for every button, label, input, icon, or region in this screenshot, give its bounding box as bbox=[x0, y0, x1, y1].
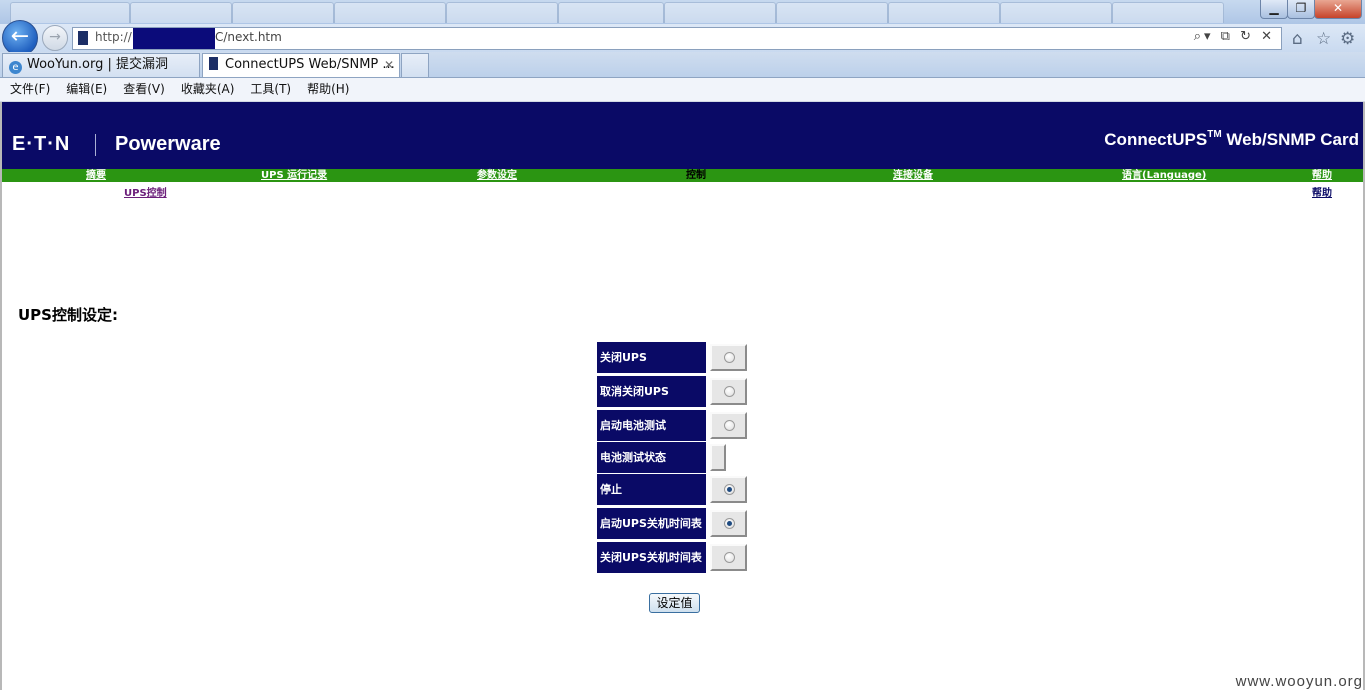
background-tab bbox=[446, 2, 558, 23]
subnav-help[interactable]: 帮助 bbox=[1312, 184, 1332, 199]
control-cell bbox=[710, 344, 747, 371]
control-label: 启动电池测试 bbox=[597, 410, 706, 441]
header-banner: E·T·N Powerware ConnectUPSTM Web/SNMP Ca… bbox=[2, 102, 1363, 169]
nav-bar: 摘要 UPS 运行记录 参数设定 控制 连接设备 语言(Language) 帮助 bbox=[2, 169, 1363, 182]
menu-help[interactable]: 帮助(H) bbox=[307, 78, 349, 100]
nav-summary[interactable]: 摘要 bbox=[86, 169, 106, 182]
logo-divider bbox=[95, 134, 96, 156]
product-name: ConnectUPS bbox=[1104, 130, 1208, 149]
forward-button[interactable]: → bbox=[42, 25, 68, 51]
new-tab-button[interactable] bbox=[401, 53, 429, 77]
back-button[interactable]: ← bbox=[2, 20, 38, 56]
trademark: TM bbox=[1207, 129, 1222, 140]
close-window-button[interactable]: ✕ bbox=[1314, 0, 1362, 19]
address-bar[interactable]: http:// C/next.htm ⌕▾ ⧉ ↻ ✕ bbox=[72, 27, 1282, 50]
product-title: ConnectUPSTM Web/SNMP Card bbox=[1104, 129, 1359, 150]
control-label: 停止 bbox=[597, 474, 706, 505]
battery-test-status-cell bbox=[710, 444, 726, 471]
control-cell bbox=[710, 378, 747, 405]
menu-edit[interactable]: 编辑(E) bbox=[66, 78, 107, 100]
menu-tools[interactable]: 工具(T) bbox=[250, 78, 291, 100]
menu-favorites[interactable]: 收藏夹(A) bbox=[181, 78, 235, 100]
page-icon bbox=[209, 57, 218, 70]
background-tab bbox=[130, 2, 232, 23]
powerware-logo: Powerware bbox=[115, 133, 221, 155]
page-content: E·T·N Powerware ConnectUPSTM Web/SNMP Ca… bbox=[2, 102, 1363, 690]
menu-bar: 文件(F) 编辑(E) 查看(V) 收藏夹(A) 工具(T) 帮助(H) bbox=[0, 78, 1365, 102]
eaton-logo: E·T·N bbox=[12, 133, 71, 155]
menu-view[interactable]: 查看(V) bbox=[123, 78, 165, 100]
minimize-button[interactable]: ▁ bbox=[1260, 0, 1288, 19]
address-path: C/next.htm bbox=[215, 30, 282, 44]
nav-language[interactable]: 语言(Language) bbox=[1122, 169, 1206, 182]
page-icon bbox=[78, 31, 88, 45]
tab-wooyun[interactable]: e WooYun.org | 提交漏洞 bbox=[2, 53, 200, 77]
enable-schedule-radio[interactable] bbox=[724, 518, 735, 529]
control-cell bbox=[710, 544, 747, 571]
control-cell bbox=[710, 412, 747, 439]
background-tab bbox=[1000, 2, 1112, 23]
maximize-button[interactable]: ❐ bbox=[1287, 0, 1315, 19]
nav-help[interactable]: 帮助 bbox=[1312, 169, 1332, 182]
ie-icon: e bbox=[9, 61, 22, 74]
nav-control: 控制 bbox=[686, 170, 706, 181]
tab-strip: e WooYun.org | 提交漏洞 ConnectUPS Web/SNMP .… bbox=[0, 52, 1365, 78]
tab-connectups[interactable]: ConnectUPS Web/SNMP ... ✕ bbox=[202, 53, 400, 77]
home-icon[interactable]: ⌂ bbox=[1292, 29, 1303, 49]
redacted-host bbox=[133, 28, 215, 49]
background-tab bbox=[1112, 2, 1224, 23]
watermark: www.wooyun.org bbox=[1235, 673, 1363, 690]
nav-settings[interactable]: 参数设定 bbox=[477, 169, 517, 182]
nav-ups-log[interactable]: UPS 运行记录 bbox=[261, 169, 327, 182]
tab-label: WooYun.org | 提交漏洞 bbox=[27, 57, 169, 72]
control-label: 取消关闭UPS bbox=[597, 376, 706, 407]
stop-radio[interactable] bbox=[724, 484, 735, 495]
favorites-star-icon[interactable]: ☆ bbox=[1316, 29, 1331, 49]
background-tab bbox=[334, 2, 446, 23]
control-cell bbox=[710, 476, 747, 503]
disable-schedule-radio[interactable] bbox=[724, 552, 735, 563]
section-title: UPS控制设定: bbox=[18, 306, 118, 324]
gear-icon[interactable]: ⚙ bbox=[1340, 29, 1355, 49]
background-tab bbox=[664, 2, 776, 23]
control-label: 关闭UPS bbox=[597, 342, 706, 373]
tab-label: ConnectUPS Web/SNMP ... bbox=[225, 57, 395, 72]
close-tab-icon[interactable]: ✕ bbox=[384, 54, 394, 76]
background-tab bbox=[558, 2, 664, 23]
background-tab bbox=[888, 2, 1000, 23]
background-tab bbox=[232, 2, 334, 23]
control-label: 关闭UPS关机时间表 bbox=[597, 542, 706, 573]
background-tab bbox=[776, 2, 888, 23]
product-suffix: Web/SNMP Card bbox=[1221, 130, 1359, 149]
address-prefix: http:// bbox=[95, 30, 132, 44]
cancel-shutdown-radio[interactable] bbox=[724, 386, 735, 397]
menu-file[interactable]: 文件(F) bbox=[10, 78, 50, 100]
shutdown-ups-radio[interactable] bbox=[724, 352, 735, 363]
address-tools-icon[interactable]: ⌕▾ ⧉ ↻ ✕ bbox=[1194, 29, 1275, 44]
control-label: 启动UPS关机时间表 bbox=[597, 508, 706, 539]
control-label: 电池测试状态 bbox=[597, 442, 706, 473]
nav-connected-devices[interactable]: 连接设备 bbox=[893, 169, 933, 182]
window-titlebar: ▁ ❐ ✕ bbox=[0, 0, 1365, 24]
background-tab bbox=[10, 2, 130, 23]
control-cell bbox=[710, 510, 747, 537]
set-value-button[interactable]: 设定值 bbox=[649, 593, 700, 613]
browser-navbar: ← → http:// C/next.htm ⌕▾ ⧉ ↻ ✕ ⌂ ☆ ⚙ bbox=[0, 20, 1365, 56]
battery-test-radio[interactable] bbox=[724, 420, 735, 431]
subnav-ups-control[interactable]: UPS控制 bbox=[124, 184, 167, 199]
